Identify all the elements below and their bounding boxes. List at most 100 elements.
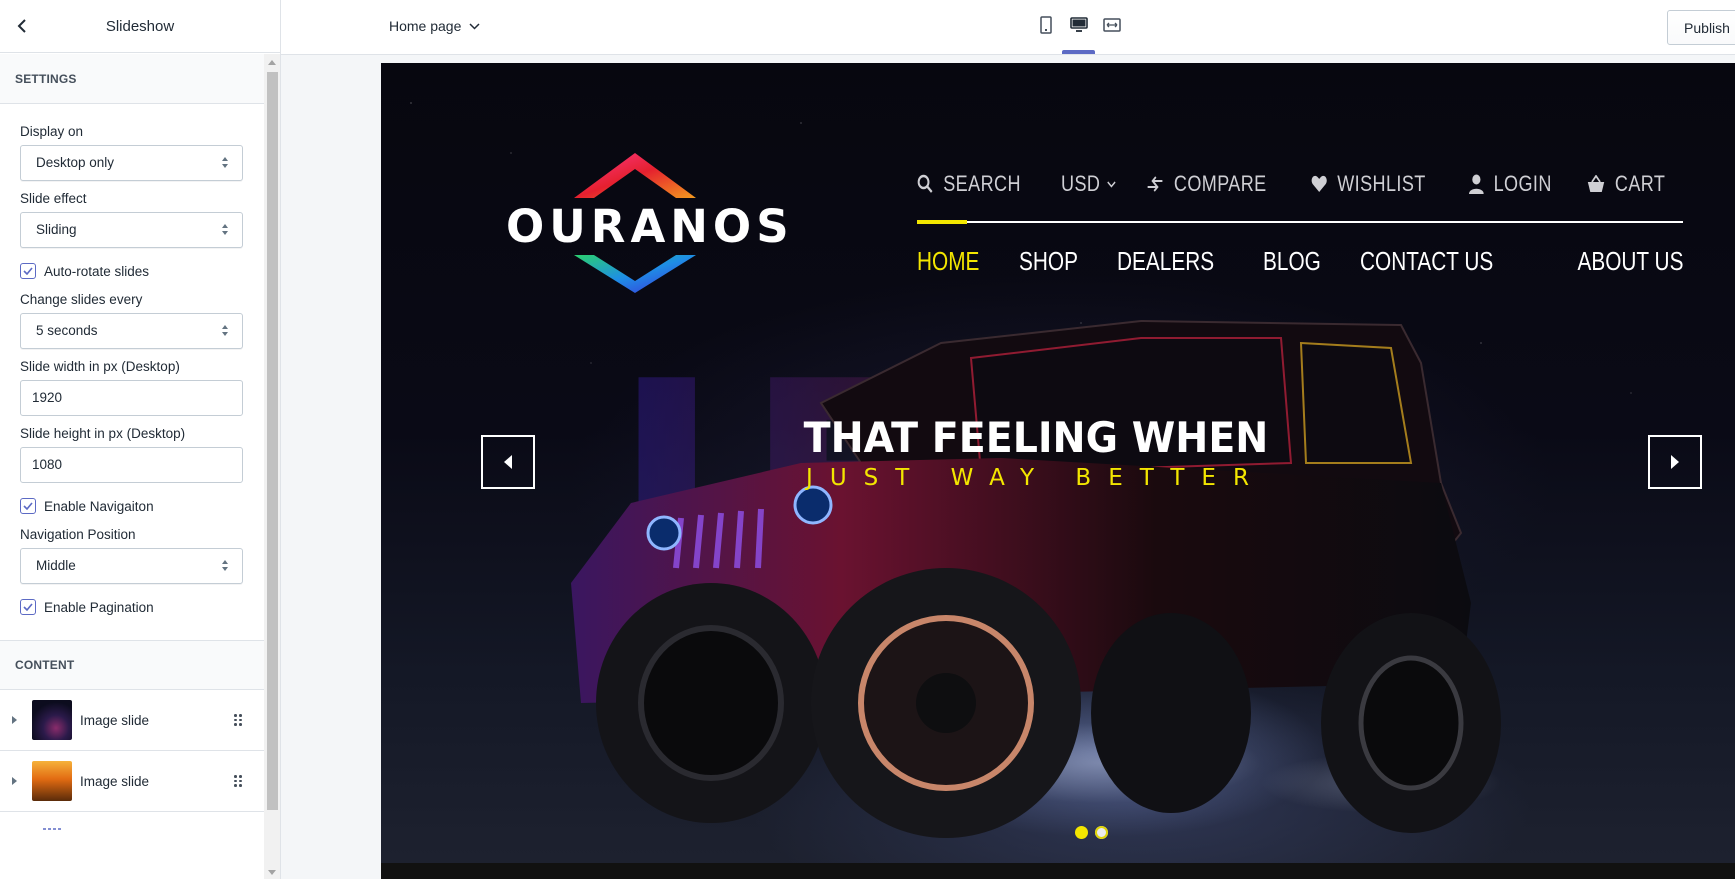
fullwidth-icon bbox=[1102, 18, 1121, 32]
sidebar-scrollbar[interactable] bbox=[264, 54, 280, 879]
wishlist-label: WISHLIST bbox=[1337, 171, 1426, 196]
change-every-select[interactable]: 5 seconds bbox=[20, 313, 243, 349]
nav-dealers[interactable]: DEALERS bbox=[1117, 246, 1214, 276]
slide-subtitle: JUST WAY BETTER bbox=[806, 465, 1266, 491]
device-switcher bbox=[1029, 16, 1128, 54]
settings-heading: SETTINGS bbox=[0, 54, 264, 104]
enable-navigation-row: Enable Navigaiton bbox=[20, 495, 244, 517]
nav-blog[interactable]: BLOG bbox=[1263, 246, 1321, 276]
change-every-value: 5 seconds bbox=[36, 323, 98, 338]
enable-navigation-label: Enable Navigaiton bbox=[44, 498, 154, 514]
page-select-value: Home page bbox=[389, 18, 462, 34]
add-block-icon bbox=[43, 828, 63, 830]
nav-contact-us[interactable]: CONTACT US bbox=[1360, 246, 1493, 276]
checkmark-icon bbox=[23, 603, 33, 611]
chevron-down-icon bbox=[469, 22, 480, 30]
navigation-position-value: Middle bbox=[36, 558, 76, 573]
slide-height-input[interactable]: 1080 bbox=[20, 447, 243, 483]
select-arrows-icon bbox=[222, 224, 230, 238]
select-arrows-icon bbox=[222, 560, 230, 574]
display-on-select[interactable]: Desktop only bbox=[20, 145, 243, 181]
scroll-down-icon[interactable] bbox=[268, 870, 276, 875]
heart-icon bbox=[1311, 175, 1327, 192]
slider-prev-button[interactable] bbox=[481, 435, 535, 489]
caret-left-icon bbox=[504, 455, 512, 469]
slide-width-label: Slide width in px (Desktop) bbox=[20, 359, 180, 374]
content-block[interactable]: Image slide bbox=[0, 690, 264, 751]
search-icon bbox=[917, 174, 933, 193]
drag-handle-icon[interactable] bbox=[234, 775, 242, 787]
nav-home[interactable]: HOME bbox=[917, 246, 979, 276]
content-block[interactable]: Image slide bbox=[0, 751, 264, 812]
enable-pagination-row: Enable Pagination bbox=[20, 596, 244, 618]
login-link[interactable]: LOGIN bbox=[1468, 171, 1552, 197]
login-label: LOGIN bbox=[1493, 171, 1552, 196]
slider-next-button[interactable] bbox=[1648, 435, 1702, 489]
display-on-value: Desktop only bbox=[36, 155, 115, 170]
caret-right-icon[interactable] bbox=[12, 716, 17, 724]
slide-thumbnail bbox=[32, 700, 72, 740]
enable-pagination-label: Enable Pagination bbox=[44, 599, 154, 615]
nav-active-indicator bbox=[917, 220, 967, 224]
checkmark-icon bbox=[23, 502, 33, 510]
slide-width-input[interactable]: 1920 bbox=[20, 380, 243, 416]
select-arrows-icon bbox=[222, 325, 230, 339]
search-label: SEARCH bbox=[943, 171, 1021, 196]
checkmark-icon bbox=[23, 267, 33, 275]
change-every-label: Change slides every bbox=[20, 292, 143, 307]
brand-name: OURANOS bbox=[506, 200, 794, 253]
currency-label: USD bbox=[1061, 171, 1101, 196]
enable-pagination-checkbox[interactable] bbox=[20, 599, 36, 615]
scroll-up-icon[interactable] bbox=[268, 60, 276, 65]
basket-icon bbox=[1588, 175, 1605, 192]
pagination-dot[interactable] bbox=[1095, 826, 1108, 839]
theme-editor-sidebar: Slideshow SETTINGS Display on Desktop on… bbox=[0, 0, 281, 879]
enable-navigation-checkbox[interactable] bbox=[20, 498, 36, 514]
chevron-left-icon bbox=[17, 19, 26, 33]
main-nav: HOME SHOP DEALERS BLOG CONTACT US ABOUT … bbox=[917, 246, 1683, 276]
cart-link[interactable]: CART bbox=[1587, 171, 1665, 197]
caret-right-icon[interactable] bbox=[12, 777, 17, 785]
mobile-view-button[interactable] bbox=[1029, 16, 1062, 54]
settings-fields: Display on Desktop only Slide effect Sli… bbox=[0, 104, 264, 628]
wishlist-link[interactable]: WISHLIST bbox=[1311, 171, 1426, 197]
pagination-dot[interactable] bbox=[1075, 826, 1088, 839]
compare-icon bbox=[1147, 176, 1163, 192]
block-label: Image slide bbox=[80, 712, 150, 728]
compare-label: COMPARE bbox=[1174, 171, 1267, 196]
slide-effect-label: Slide effect bbox=[20, 191, 87, 206]
mobile-icon bbox=[1039, 16, 1052, 34]
sidebar-scroll-area: SETTINGS Display on Desktop only Slide e… bbox=[0, 54, 264, 879]
preview-bottom-bar bbox=[381, 863, 1735, 879]
search-link[interactable]: SEARCH bbox=[917, 171, 1021, 197]
fullscreen-view-button[interactable] bbox=[1095, 16, 1128, 54]
slide-thumbnail bbox=[32, 761, 72, 801]
nav-about-us[interactable]: ABOUT US bbox=[1577, 246, 1683, 276]
desktop-view-button[interactable] bbox=[1062, 16, 1095, 54]
navigation-position-label: Navigation Position bbox=[20, 527, 136, 542]
publish-button[interactable]: Publish bbox=[1667, 10, 1735, 45]
navigation-position-select[interactable]: Middle bbox=[20, 548, 243, 584]
caret-right-icon bbox=[1671, 455, 1679, 469]
utility-nav: SEARCH USD COMPARE WISHLIST LOGIN CART bbox=[917, 167, 1683, 201]
page-select[interactable]: Home page bbox=[389, 18, 480, 34]
slide-effect-select[interactable]: Sliding bbox=[20, 212, 243, 248]
select-arrows-icon bbox=[222, 157, 230, 171]
desktop-icon bbox=[1069, 17, 1088, 32]
compare-link[interactable]: COMPARE bbox=[1146, 171, 1267, 197]
add-block-row[interactable] bbox=[0, 812, 264, 836]
user-icon bbox=[1468, 174, 1484, 194]
content-heading: CONTENT bbox=[0, 640, 264, 690]
chevron-down-icon bbox=[1107, 180, 1116, 188]
nav-shop[interactable]: SHOP bbox=[1019, 246, 1078, 276]
drag-handle-icon[interactable] bbox=[234, 714, 242, 726]
sidebar-header: Slideshow bbox=[0, 0, 280, 53]
editor-topbar: Home page Publish bbox=[281, 0, 1735, 55]
store-preview: JEEP bbox=[381, 63, 1735, 879]
currency-select[interactable]: USD bbox=[1061, 171, 1116, 197]
back-button[interactable] bbox=[12, 16, 32, 36]
scrollbar-thumb[interactable] bbox=[267, 72, 278, 810]
slider-pagination bbox=[1075, 826, 1115, 839]
auto-rotate-checkbox[interactable] bbox=[20, 263, 36, 279]
display-on-label: Display on bbox=[20, 124, 84, 139]
